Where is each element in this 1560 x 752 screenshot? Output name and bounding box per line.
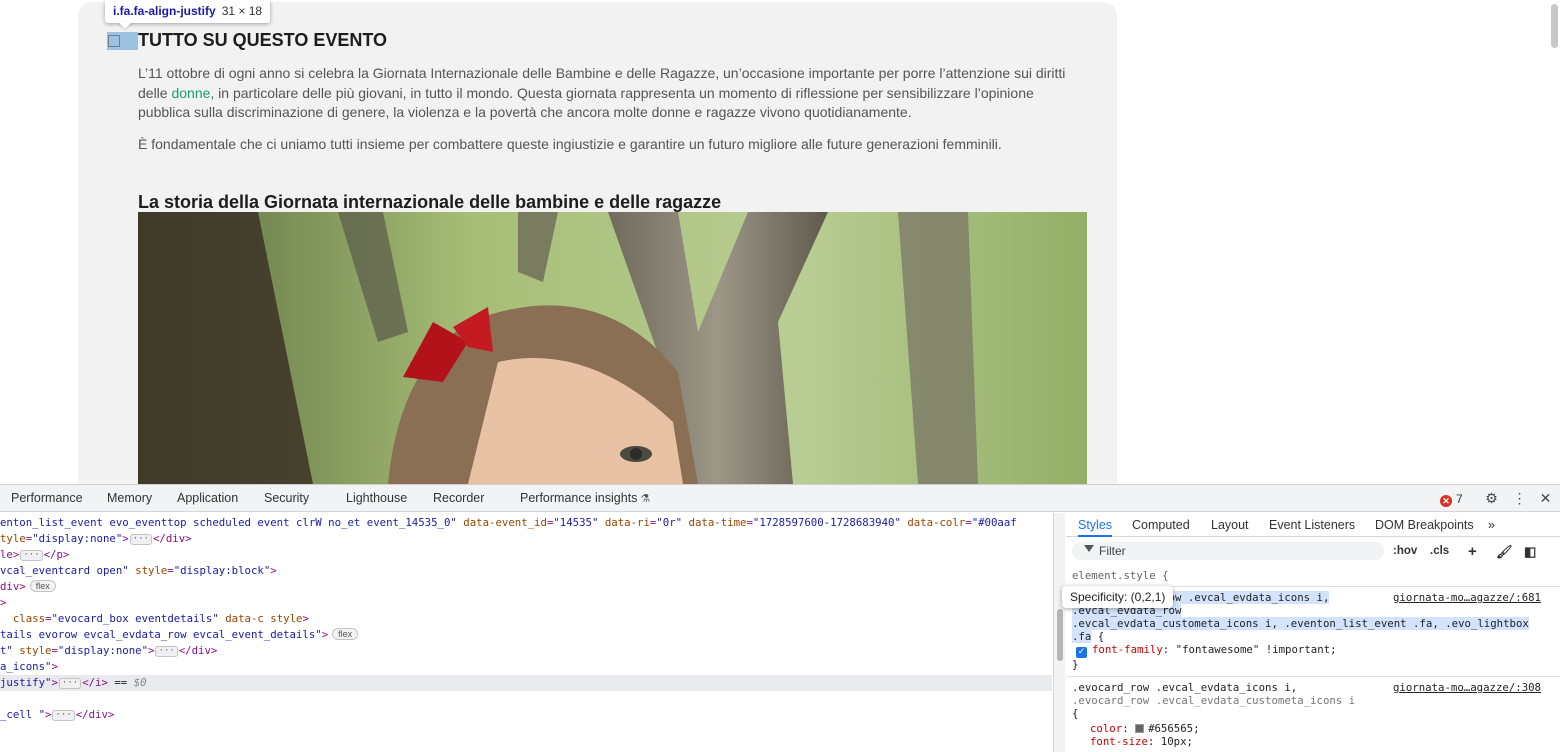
elements-scrollbar[interactable] [1057, 609, 1063, 661]
collapsed-content-ellipsis[interactable]: ··· [129, 534, 152, 545]
dom-node-line[interactable]: _cell "> ··· </div> [0, 707, 114, 723]
selected-dom-node[interactable]: justify"> ··· </i> == $0 [0, 675, 1052, 691]
intro-line-3: pubblica sulla discriminazione di genere… [138, 104, 912, 120]
rule-selector: .fa { [1072, 630, 1105, 643]
styles-pane: Styles Computed Layout Event Listeners D… [1066, 513, 1560, 752]
collapsed-content-ellipsis[interactable]: ··· [52, 710, 75, 721]
tab-performance-insights[interactable]: Performance insights ⚗ [520, 485, 650, 512]
rule-selector: .evocard_row .evcal_evdata_custometa_ico… [1072, 694, 1356, 707]
dom-node-line[interactable]: tyle="display:none"> ··· </div> [0, 531, 192, 547]
dom-node-line[interactable]: > [0, 595, 6, 611]
page-scrollbar[interactable] [1551, 4, 1558, 48]
collapsed-content-ellipsis[interactable]: ··· [155, 646, 178, 657]
dom-node-line[interactable]: le> ··· </p> [0, 547, 69, 563]
flask-icon: ⚗ [640, 493, 651, 505]
paint-roller-icon[interactable]: 🖌 [1496, 543, 1513, 560]
tab-security[interactable]: Security [264, 485, 309, 512]
flex-badge[interactable]: flex [29, 580, 56, 592]
dom-node-line[interactable]: class="evocard_box eventdetails" data-c … [0, 611, 309, 627]
tab-computed[interactable]: Computed [1132, 513, 1190, 537]
tab-application[interactable]: Application [177, 485, 238, 512]
class-toggle[interactable]: .cls [1430, 543, 1449, 560]
event-photo [138, 212, 1087, 484]
rule-selector: .evcal_evdata_custometa_icons i, .evento… [1072, 617, 1529, 630]
align-justify-icon [108, 35, 120, 47]
page-viewport: TUTTO SU QUESTO EVENTO L’11 ottobre di o… [0, 0, 1560, 484]
new-rule-button[interactable]: + [1468, 543, 1477, 560]
tooltip-arrow [118, 22, 132, 29]
styles-pane-tabs: Styles Computed Layout Event Listeners D… [1066, 513, 1560, 537]
tab-styles[interactable]: Styles [1078, 513, 1113, 537]
dom-node-line[interactable]: a_icons"> [0, 659, 58, 675]
close-icon[interactable]: ✕ [1537, 490, 1554, 507]
rule-declaration[interactable]: color: #656565; [1072, 722, 1558, 735]
tab-recorder[interactable]: Recorder [433, 485, 484, 512]
evocard-color-rule[interactable]: .evocard_row .evcal_evdata_icons i, .evo… [1072, 681, 1558, 748]
filter-icon [1084, 545, 1094, 555]
tab-memory[interactable]: Memory [107, 485, 152, 512]
more-tabs-chevron-icon[interactable]: » [1488, 513, 1495, 537]
tab-performance-insights-label: Performance insights [520, 491, 638, 505]
error-icon: ✕ [1440, 495, 1452, 507]
tab-layout[interactable]: Layout [1211, 513, 1249, 537]
collapsed-content-ellipsis[interactable]: ··· [20, 550, 43, 561]
element-style-rule[interactable]: element.style { [1072, 569, 1169, 582]
property-checkbox[interactable]: ✓ [1076, 647, 1087, 658]
tab-dom-breakpoints[interactable]: DOM Breakpoints [1375, 513, 1474, 537]
inspect-tooltip: i.fa.fa-align-justify 31 × 18 [105, 0, 271, 23]
dom-node-line[interactable]: vcal_eventcard open" style="display:bloc… [0, 563, 277, 579]
tab-lighthouse[interactable]: Lighthouse [346, 485, 407, 512]
specificity-tooltip: Specificity: (0,2,1) [1062, 586, 1174, 608]
intro-line-1: L’11 ottobre di ogni anno si celebra la … [138, 65, 1066, 81]
rule-source-link[interactable]: giornata-mo…agazze/:681 [1393, 591, 1541, 604]
devtools-tabbar: Performance Memory Application Security … [0, 485, 1560, 512]
history-subheading: La storia della Giornata internazionale … [138, 192, 722, 212]
flex-badge[interactable]: flex [332, 628, 359, 640]
intro-line-2-rest: , in particolare delle più giovani, in t… [210, 84, 1034, 101]
tooltip-selector: i.fa.fa-align-justify [113, 4, 216, 18]
rule-separator [1066, 676, 1560, 677]
dom-node-line[interactable]: div> flex [0, 579, 56, 595]
rule-declaration[interactable]: ✓ font-family: "fontawesome" !important; [1072, 643, 1558, 658]
styles-filter-input[interactable]: Filter [1072, 542, 1384, 560]
tab-event-listeners[interactable]: Event Listeners [1269, 513, 1355, 537]
dom-node-line[interactable]: tails evorow evcal_evdata_row evcal_even… [0, 627, 359, 643]
intro-line-2-start: delle [138, 84, 172, 101]
collapsed-content-ellipsis[interactable]: ··· [58, 678, 82, 689]
tab-performance[interactable]: Performance [11, 485, 83, 512]
second-paragraph: È fondamentale che ci uniamo tutti insie… [138, 136, 1002, 152]
error-count: 7 [1456, 492, 1463, 506]
toggle-sidebar-icon[interactable]: ◧ [1524, 543, 1536, 560]
pane-splitter[interactable] [1053, 513, 1065, 752]
dom-node-line[interactable]: enton_list_event evo_eventtop scheduled … [0, 515, 1017, 531]
dom-node-line[interactable]: t" style="display:none"> ··· </div> [0, 643, 217, 659]
donne-link[interactable]: donne [171, 85, 210, 101]
tooltip-dimensions: 31 × 18 [221, 4, 263, 18]
kebab-menu-icon[interactable]: ⋮ [1511, 490, 1528, 507]
devtools-panel: Performance Memory Application Security … [0, 484, 1560, 752]
inspected-element-highlight [107, 32, 138, 50]
rule-declaration[interactable]: font-size: 10px; [1072, 735, 1558, 748]
filter-placeholder: Filter [1099, 544, 1126, 558]
settings-gear-icon[interactable]: ⚙ [1483, 490, 1500, 507]
color-swatch[interactable] [1135, 724, 1145, 733]
error-count-badge[interactable]: ✕ 7 [1440, 491, 1463, 507]
section-heading: TUTTO SU QUESTO EVENTO [138, 30, 388, 50]
rule-source-link[interactable]: giornata-mo…agazze/:308 [1393, 681, 1541, 694]
elements-tree: enton_list_event evo_eventtop scheduled … [0, 513, 1052, 752]
intro-paragraph: L’11 ottobre di ogni anno si celebra la … [138, 64, 1078, 123]
hover-state-toggle[interactable]: :hov [1393, 543, 1417, 560]
